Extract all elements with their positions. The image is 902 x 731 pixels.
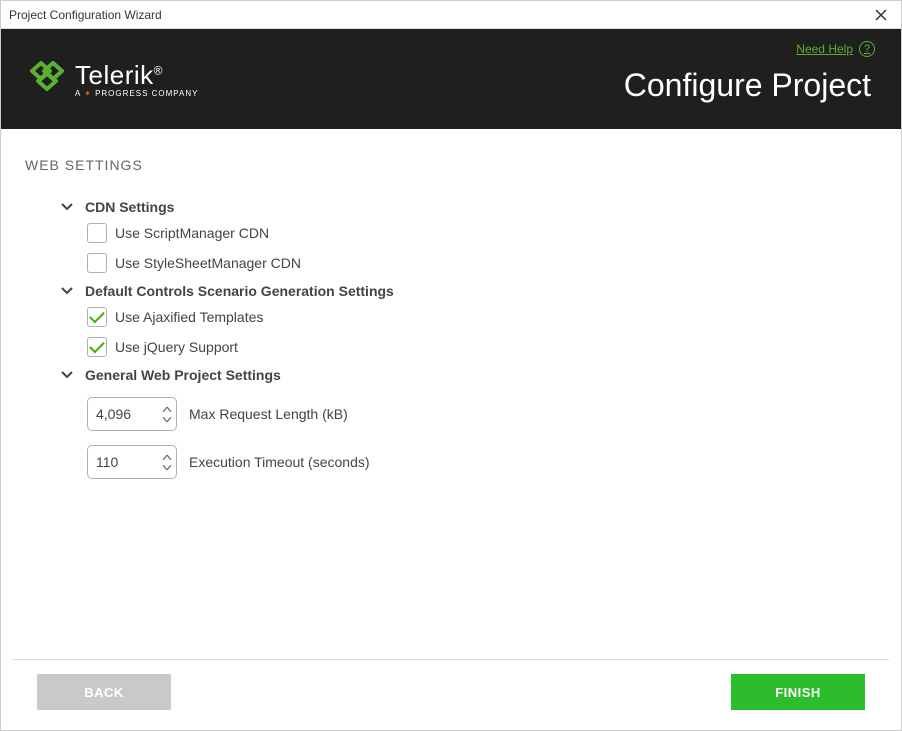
row-max-request-length: 4,096 Max Request Length (kB)	[87, 397, 877, 431]
group-header-cdn[interactable]: CDN Settings	[59, 199, 877, 215]
group-header-general[interactable]: General Web Project Settings	[59, 367, 877, 383]
titlebar: Project Configuration Wizard	[1, 1, 901, 29]
window-title: Project Configuration Wizard	[9, 8, 162, 22]
stepper-up-icon[interactable]	[163, 452, 171, 462]
chevron-down-icon	[59, 203, 75, 211]
option-ajaxified-templates[interactable]: Use Ajaxified Templates	[87, 307, 877, 327]
telerik-logo-icon	[27, 59, 67, 99]
chevron-down-icon	[59, 287, 75, 295]
stepper-up-icon[interactable]	[163, 404, 171, 414]
group-title-default-controls: Default Controls Scenario Generation Set…	[85, 283, 394, 299]
checkbox-ajaxified-templates[interactable]	[87, 307, 107, 327]
footer: BACK FINISH	[13, 659, 889, 724]
stepper-down-icon[interactable]	[163, 414, 171, 424]
row-execution-timeout: 110 Execution Timeout (seconds)	[87, 445, 877, 479]
back-button[interactable]: BACK	[37, 674, 171, 710]
content-area: WEB SETTINGS CDN Settings Use ScriptMana…	[1, 129, 901, 659]
stepper-down-icon[interactable]	[163, 462, 171, 472]
close-button[interactable]	[869, 3, 893, 27]
option-label: Use Ajaxified Templates	[115, 309, 263, 325]
finish-button[interactable]: FINISH	[731, 674, 865, 710]
checkbox-script-manager[interactable]	[87, 223, 107, 243]
header: Telerik® A ✶ PROGRESS COMPANY Configure …	[1, 29, 901, 129]
logo-text: Telerik	[75, 60, 154, 90]
execution-timeout-label: Execution Timeout (seconds)	[189, 454, 370, 470]
page-title: Configure Project	[198, 55, 875, 104]
option-script-manager-cdn[interactable]: Use ScriptManager CDN	[87, 223, 877, 243]
checkbox-stylesheet-manager[interactable]	[87, 253, 107, 273]
telerik-logo: Telerik® A ✶ PROGRESS COMPANY	[27, 59, 198, 99]
group-title-general: General Web Project Settings	[85, 367, 281, 383]
group-default-controls: Default Controls Scenario Generation Set…	[59, 283, 877, 357]
logo-tagline-text: PROGRESS COMPANY	[95, 89, 198, 98]
close-icon	[875, 9, 887, 21]
help-icon: ?	[859, 41, 875, 57]
need-help-link[interactable]: Need Help ?	[796, 41, 875, 57]
option-label: Use ScriptManager CDN	[115, 225, 269, 241]
checkbox-jquery-support[interactable]	[87, 337, 107, 357]
group-cdn-settings: CDN Settings Use ScriptManager CDN Use S…	[59, 199, 877, 273]
chevron-down-icon	[59, 371, 75, 379]
option-label: Use StyleSheetManager CDN	[115, 255, 301, 271]
need-help-label: Need Help	[796, 42, 853, 56]
option-label: Use jQuery Support	[115, 339, 238, 355]
max-request-length-stepper[interactable]: 4,096	[87, 397, 177, 431]
execution-timeout-stepper[interactable]: 110	[87, 445, 177, 479]
group-title-cdn: CDN Settings	[85, 199, 174, 215]
max-request-length-label: Max Request Length (kB)	[189, 406, 348, 422]
max-request-length-value: 4,096	[88, 406, 158, 422]
execution-timeout-value: 110	[88, 454, 158, 470]
option-jquery-support[interactable]: Use jQuery Support	[87, 337, 877, 357]
group-general-web-settings: General Web Project Settings 4,096 Max R…	[59, 367, 877, 479]
section-heading: WEB SETTINGS	[25, 157, 877, 173]
group-header-default-controls[interactable]: Default Controls Scenario Generation Set…	[59, 283, 877, 299]
option-stylesheet-manager-cdn[interactable]: Use StyleSheetManager CDN	[87, 253, 877, 273]
